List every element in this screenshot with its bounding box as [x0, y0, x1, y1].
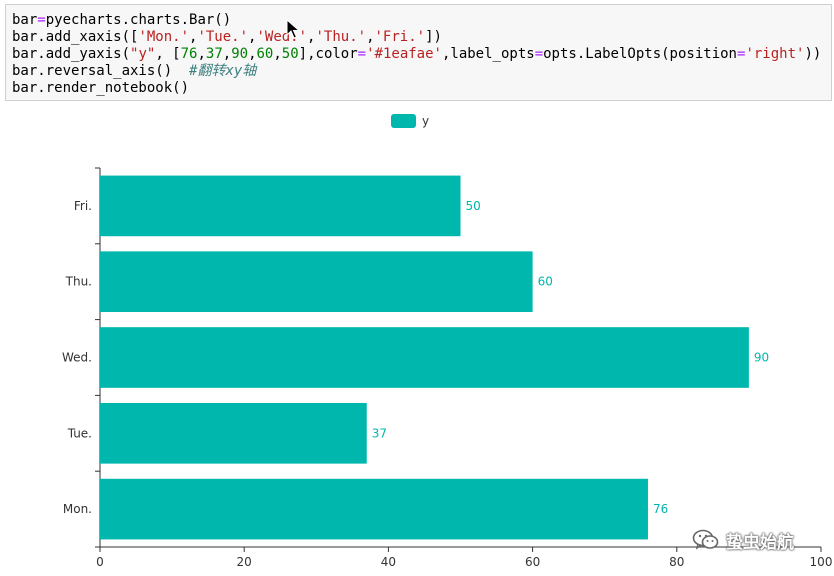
- y-tick-label: Thu.: [65, 275, 92, 289]
- bar: [100, 327, 749, 388]
- code-token: 50: [281, 46, 299, 62]
- code-token: 76: [180, 46, 198, 62]
- code-token: 'Mon.': [138, 29, 190, 45]
- watermark-text: 蛰虫始航: [726, 532, 794, 553]
- x-tick-label: 60: [525, 555, 540, 569]
- code-token: ],color: [298, 46, 358, 62]
- legend-swatch: [391, 114, 416, 128]
- bar: [100, 478, 648, 540]
- code-token: opts.LabelOpts(position: [543, 46, 737, 62]
- x-tick-label: 100: [810, 555, 833, 569]
- code-line: bar.reversal_axis() #翻转xy轴: [12, 63, 831, 80]
- y-tick-label: Fri.: [74, 199, 92, 213]
- code-token: ,: [366, 29, 375, 45]
- code-token: #翻转xy轴: [189, 63, 257, 79]
- x-tick-label: 80: [669, 555, 684, 569]
- y-tick-label: Mon.: [63, 502, 92, 516]
- code-token: bar.add_xaxis([: [12, 29, 139, 45]
- code-token: 60: [256, 46, 274, 62]
- bar-chart: y 0 20 40 60 80 100 Mon. 76 Tue. 37 Wed. 90 Thu. 60 Fri…: [62, 114, 833, 569]
- code-line: bar.add_xaxis(['Mon.','Tue.','Wed.','Thu…: [12, 29, 831, 46]
- code-token: bar: [12, 12, 38, 28]
- code-token: ,: [248, 46, 257, 62]
- code-token: '#1eafae': [366, 46, 442, 62]
- code-token: =: [37, 12, 46, 28]
- wechat-icon: [692, 529, 719, 550]
- x-tick-label: 0: [96, 555, 104, 569]
- code-token: =: [357, 46, 367, 62]
- data-label: 50: [466, 199, 481, 213]
- code-token: pyecharts.charts.Bar(): [45, 12, 232, 28]
- legend-label: y: [422, 114, 429, 128]
- code-token: 'Fri.': [374, 29, 426, 45]
- x-tick-label: 40: [381, 555, 396, 569]
- y-tick-label: Tue.: [67, 426, 92, 440]
- code-token: ,label_opts: [441, 46, 535, 62]
- code-token: =: [534, 46, 544, 62]
- code-token: ,: [273, 46, 282, 62]
- code-line: bar.add_yaxis("y", [76,37,90,60,50],colo…: [12, 46, 831, 63]
- data-label: 76: [653, 502, 668, 516]
- code-line: bar.render_notebook(): [12, 80, 831, 97]
- bar: [100, 175, 461, 237]
- data-label: 37: [372, 426, 387, 440]
- code-token: , [: [155, 46, 181, 62]
- y-tick-label: Wed.: [62, 351, 92, 365]
- code-token: "y": [130, 46, 156, 62]
- code-token: ,: [222, 46, 232, 62]
- code-token: 'Tue.': [197, 29, 249, 45]
- code-token: 'right': [745, 46, 805, 62]
- x-tick-label: 20: [237, 555, 252, 569]
- data-label: 60: [538, 275, 553, 289]
- code-cell[interactable]: bar=pyecharts.charts.Bar() bar.add_xaxis(…: [5, 4, 832, 101]
- code-token: 90: [231, 46, 249, 62]
- watermark: 蛰虫始航: [692, 524, 794, 556]
- data-label: 90: [754, 351, 769, 365]
- mouse-cursor-icon: [286, 19, 300, 39]
- code-token: 'Thu.': [315, 29, 367, 45]
- code-line: bar=pyecharts.charts.Bar(): [12, 12, 831, 29]
- legend: y: [391, 114, 429, 128]
- code-token: ,: [197, 46, 206, 62]
- code-token: )): [804, 46, 822, 62]
- code-token: bar.reversal_axis(): [12, 63, 190, 79]
- code-token: ]): [425, 29, 442, 45]
- code-token: 37: [205, 46, 223, 62]
- code-block: bar=pyecharts.charts.Bar() bar.add_xaxis(…: [12, 12, 831, 97]
- code-token: bar.add_yaxis(: [12, 46, 131, 62]
- code-token: bar.render_notebook(): [12, 80, 190, 96]
- bar: [100, 251, 533, 313]
- bar: [100, 402, 367, 464]
